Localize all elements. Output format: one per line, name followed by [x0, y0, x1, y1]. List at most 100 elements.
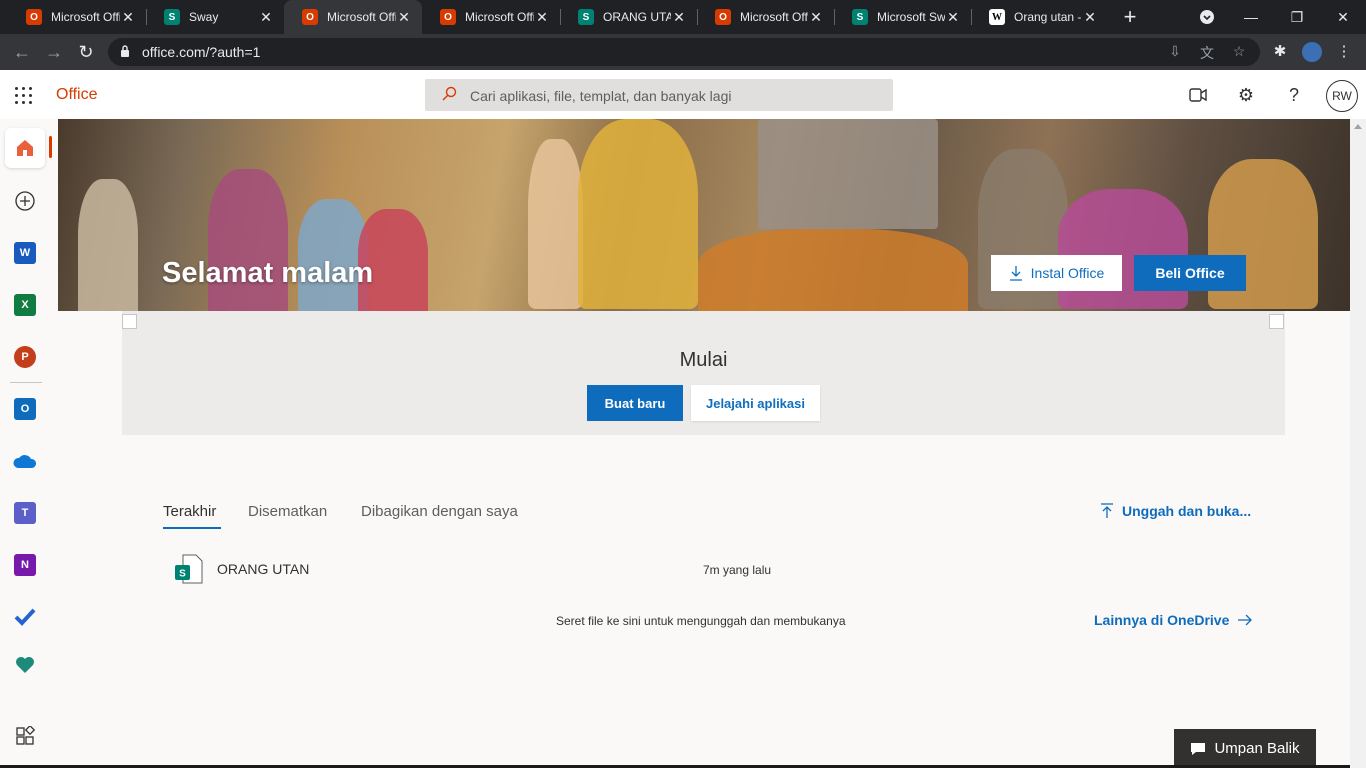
- back-icon[interactable]: ←: [10, 40, 34, 64]
- more-in-onedrive-link[interactable]: Lainnya di OneDrive: [1094, 612, 1253, 628]
- close-tab-icon[interactable]: ✕: [671, 9, 687, 26]
- all-apps-button[interactable]: [5, 716, 45, 756]
- reload-icon[interactable]: ↻: [74, 40, 98, 64]
- feedback-button[interactable]: Umpan Balik: [1174, 729, 1316, 768]
- arrow-right-icon: [1238, 614, 1253, 626]
- browser-tab[interactable]: O Microsoft Offi ✕: [8, 0, 146, 34]
- create-button[interactable]: [5, 181, 45, 221]
- minimize-icon[interactable]: —: [1228, 0, 1274, 34]
- excel-icon: X: [14, 294, 36, 316]
- profile-avatar[interactable]: [1302, 42, 1322, 62]
- close-tab-icon[interactable]: ✕: [258, 9, 274, 26]
- close-tab-icon[interactable]: ✕: [1082, 9, 1098, 26]
- tab-search-icon[interactable]: [1184, 0, 1230, 34]
- buy-office-button[interactable]: Beli Office: [1134, 255, 1246, 291]
- greeting-heading: Selamat malam: [162, 257, 374, 289]
- new-tab-button[interactable]: +: [1118, 5, 1142, 29]
- settings-gear-icon[interactable]: ⚙: [1235, 85, 1257, 107]
- rail-divider: [10, 382, 42, 383]
- office-icon: O: [302, 9, 318, 25]
- teams-app-button[interactable]: T: [5, 493, 45, 533]
- forward-icon[interactable]: →: [42, 40, 66, 64]
- sway-icon: S: [164, 9, 180, 25]
- onenote-app-button[interactable]: N: [5, 545, 45, 585]
- todo-app-button[interactable]: [5, 596, 45, 636]
- close-window-icon[interactable]: ✕: [1320, 0, 1366, 34]
- svg-text:S: S: [179, 569, 186, 580]
- broken-image-icon: [1269, 314, 1284, 329]
- left-app-rail: W X P O T N: [0, 119, 50, 768]
- tab-title: Orang utan -: [1014, 10, 1082, 24]
- scroll-up-arrow-icon[interactable]: [1354, 124, 1362, 129]
- browser-tab[interactable]: O Microsoft Offi ✕: [422, 0, 560, 34]
- address-bar[interactable]: office.com/?auth=1 ⇩ 文 ☆: [108, 38, 1260, 66]
- paintbrush-decoration: [78, 179, 138, 311]
- account-avatar[interactable]: RW: [1326, 80, 1358, 112]
- close-tab-icon[interactable]: ✕: [396, 9, 412, 26]
- tab-title: Microsoft Offi: [465, 10, 534, 24]
- install-app-icon[interactable]: ⇩: [1166, 43, 1184, 61]
- active-rail-indicator: [49, 136, 52, 158]
- browser-tab-strip: O Microsoft Offi ✕ S Sway ✕ O Microsoft …: [0, 0, 1366, 34]
- page-scrollbar[interactable]: [1350, 119, 1366, 768]
- tab-title: Microsoft Offi: [51, 10, 120, 24]
- outlook-app-button[interactable]: O: [5, 389, 45, 429]
- family-safety-app-button[interactable]: [5, 645, 45, 685]
- get-started-section: Mulai Buat baru Jelajahi aplikasi: [122, 311, 1285, 435]
- meet-now-icon[interactable]: [1187, 85, 1209, 107]
- word-app-button[interactable]: W: [5, 233, 45, 273]
- onenote-icon: N: [14, 554, 36, 576]
- get-started-heading: Mulai: [679, 349, 728, 371]
- upload-and-open-link[interactable]: Unggah dan buka...: [1100, 503, 1251, 519]
- url-text: office.com/?auth=1: [142, 44, 261, 60]
- browser-tab[interactable]: S Sway ✕: [146, 0, 284, 34]
- create-new-button[interactable]: Buat baru: [587, 385, 683, 421]
- translate-icon[interactable]: 文: [1198, 43, 1216, 61]
- browser-tab[interactable]: S ORANG UTAN ✕: [560, 0, 697, 34]
- drop-zone-hint: Seret file ke sini untuk mengunggah dan …: [556, 614, 846, 628]
- install-office-label: Instal Office: [1030, 265, 1105, 281]
- excel-app-button[interactable]: X: [5, 285, 45, 325]
- office-brand[interactable]: Office: [56, 86, 98, 104]
- app-launcher-icon[interactable]: [15, 87, 33, 105]
- sway-icon: S: [578, 9, 594, 25]
- family-safety-heart-icon: [16, 657, 34, 673]
- close-tab-icon[interactable]: ✕: [120, 9, 136, 26]
- search-input[interactable]: Cari aplikasi, file, templat, dan banyak…: [425, 79, 893, 111]
- close-tab-icon[interactable]: ✕: [808, 9, 824, 26]
- search-icon: [442, 86, 457, 101]
- powerpoint-app-button[interactable]: P: [5, 337, 45, 377]
- browser-tab-active[interactable]: O Microsoft Offi ✕: [284, 0, 422, 34]
- hero-banner: Selamat malam Instal Office Beli Office: [58, 119, 1350, 311]
- close-tab-icon[interactable]: ✕: [534, 9, 550, 26]
- file-list-row[interactable]: S ORANG UTAN 7m yang lalu: [163, 551, 1246, 587]
- lock-icon: [121, 45, 129, 57]
- browser-tab[interactable]: O Microsoft Offi ✕: [697, 0, 834, 34]
- tab-title: ORANG UTAN: [603, 10, 671, 24]
- install-office-button[interactable]: Instal Office: [991, 255, 1122, 291]
- office-header: Office Cari aplikasi, file, templat, dan…: [0, 70, 1366, 119]
- browser-menu-icon[interactable]: ⋮: [1334, 42, 1354, 62]
- browser-tab[interactable]: W Orang utan - ✕: [971, 0, 1108, 34]
- tab-pinned[interactable]: Disematkan: [248, 503, 327, 520]
- explore-apps-button[interactable]: Jelajahi aplikasi: [691, 385, 820, 421]
- broken-image-icon: [122, 314, 137, 329]
- onedrive-app-button[interactable]: [5, 441, 45, 481]
- feedback-label: Umpan Balik: [1214, 740, 1300, 757]
- help-icon[interactable]: ?: [1283, 85, 1305, 107]
- todo-check-icon: [14, 608, 36, 626]
- tab-recent[interactable]: Terakhir: [163, 503, 216, 520]
- powerpoint-icon: P: [14, 346, 36, 368]
- tab-shared-with-me[interactable]: Dibagikan dengan saya: [361, 503, 518, 520]
- sway-file-icon: S: [175, 554, 203, 584]
- bookmark-star-icon[interactable]: ☆: [1230, 43, 1248, 61]
- home-button[interactable]: [5, 128, 45, 168]
- teams-icon: T: [14, 502, 36, 524]
- extensions-icon[interactable]: ✱: [1270, 42, 1290, 62]
- close-tab-icon[interactable]: ✕: [945, 9, 961, 26]
- apps-grid-icon: [16, 726, 35, 745]
- search-placeholder: Cari aplikasi, file, templat, dan banyak…: [470, 88, 732, 104]
- outlook-icon: O: [14, 398, 36, 420]
- restore-icon[interactable]: ❐: [1274, 0, 1320, 34]
- browser-tab[interactable]: S Microsoft Swa ✕: [834, 0, 971, 34]
